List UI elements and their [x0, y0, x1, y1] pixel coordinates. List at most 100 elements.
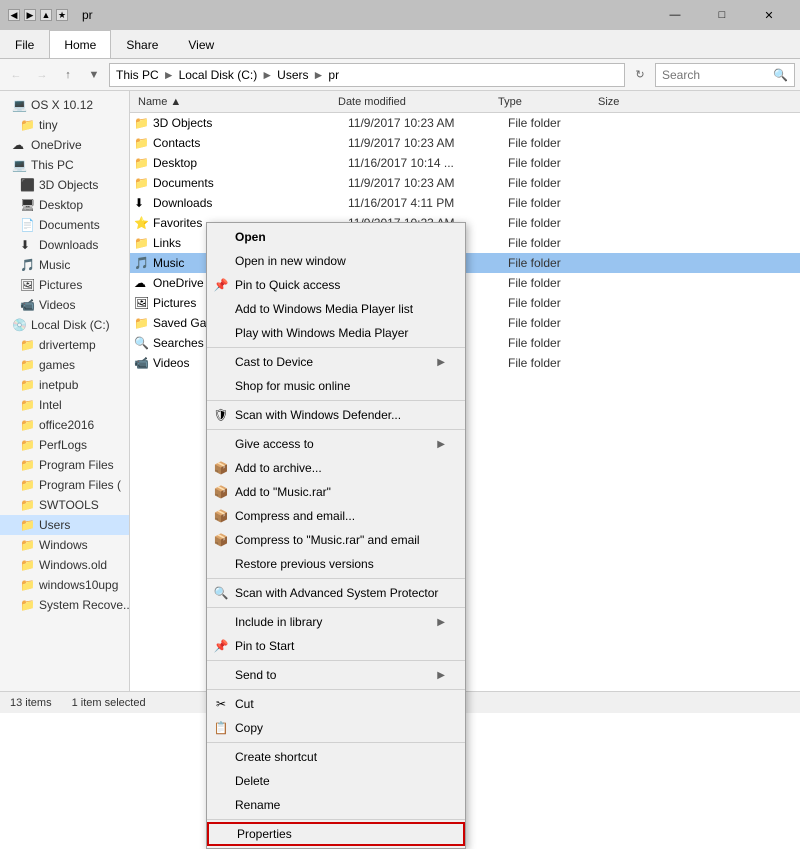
folder-icon-srch: 🔍	[134, 336, 150, 350]
sidebar-item-swtools[interactable]: 📁 SWTOOLS	[0, 495, 129, 515]
cm-create-shortcut[interactable]: Create shortcut	[207, 745, 465, 769]
table-row[interactable]: 📁 Contacts 11/9/2017 10:23 AM File folde…	[130, 133, 800, 153]
context-menu: Open Open in new window 📌 Pin to Quick a…	[206, 222, 466, 849]
cm-scan-defender[interactable]: 🛡 Scan with Windows Defender...	[207, 403, 465, 427]
forward-button[interactable]: →	[31, 64, 53, 86]
up-button[interactable]: ↑	[57, 64, 79, 86]
col-header-date[interactable]: Date modified	[334, 91, 494, 112]
sidebar-item-downloads[interactable]: ⬇ Downloads	[0, 235, 129, 255]
tab-view[interactable]: View	[173, 30, 229, 58]
cm-shop-music[interactable]: Shop for music online	[207, 374, 465, 398]
tab-home[interactable]: Home	[49, 30, 111, 58]
cm-add-archive[interactable]: 📦 Add to archive...	[207, 456, 465, 480]
cm-restore-versions[interactable]: Restore previous versions	[207, 552, 465, 576]
drive-icon: 💻	[12, 98, 26, 112]
sidebar-item-osx[interactable]: 💻 OS X 10.12	[0, 95, 129, 115]
sidebar-item-desktop[interactable]: 🖥 Desktop	[0, 195, 129, 215]
cm-cut[interactable]: ✂ Cut	[207, 692, 465, 716]
cm-rename[interactable]: Rename	[207, 793, 465, 817]
col-header-name[interactable]: Name ▲	[134, 91, 334, 112]
sidebar-item-thispc[interactable]: 💻 This PC	[0, 155, 129, 175]
tb-up[interactable]: ▲	[40, 9, 52, 21]
tb-qaccess[interactable]: ★	[56, 9, 68, 21]
cm-play-wmp[interactable]: Play with Windows Media Player	[207, 321, 465, 345]
minimize-button[interactable]: —	[652, 0, 698, 30]
cm-open-new-window[interactable]: Open in new window	[207, 249, 465, 273]
table-row[interactable]: 📁 Documents 11/9/2017 10:23 AM File fold…	[130, 173, 800, 193]
cm-open[interactable]: Open	[207, 225, 465, 249]
sidebar-item-users[interactable]: 📁 Users	[0, 515, 129, 535]
cm-properties[interactable]: Properties	[207, 822, 465, 846]
cm-compress-email[interactable]: 📦 Compress and email...	[207, 504, 465, 528]
tab-share[interactable]: Share	[111, 30, 173, 58]
sidebar-item-office[interactable]: 📁 office2016	[0, 415, 129, 435]
cm-cast[interactable]: Cast to Device ▶	[207, 350, 465, 374]
arrow-icon-access: ▶	[437, 439, 445, 450]
sidebar-item-music[interactable]: 🎵 Music	[0, 255, 129, 275]
recent-button[interactable]: ▼	[83, 64, 105, 86]
cm-add-rar[interactable]: 📦 Add to "Music.rar"	[207, 480, 465, 504]
cm-compress-rar-email[interactable]: 📦 Compress to "Music.rar" and email	[207, 528, 465, 552]
sidebar-item-documents[interactable]: 📄 Documents	[0, 215, 129, 235]
back-button[interactable]: ←	[5, 64, 27, 86]
table-row[interactable]: 📁 Desktop 11/16/2017 10:14 ... File fold…	[130, 153, 800, 173]
video-icon: 📹	[20, 298, 34, 312]
sidebar-item-pictures[interactable]: 🖼 Pictures	[0, 275, 129, 295]
cm-add-wmp[interactable]: Add to Windows Media Player list	[207, 297, 465, 321]
folder-icon-users: 📁	[20, 518, 34, 532]
cm-sep5	[207, 607, 465, 608]
selected-count: 1 item selected	[72, 697, 146, 709]
cm-include-library[interactable]: Include in library ▶	[207, 610, 465, 634]
cm-send-to[interactable]: Send to ▶	[207, 663, 465, 687]
window-controls: — □ ✕	[652, 0, 792, 30]
tab-file[interactable]: File	[0, 30, 49, 58]
folder-icon-fav: ⭐	[134, 216, 150, 230]
cm-sep3	[207, 429, 465, 430]
sidebar-item-inetpub[interactable]: 📁 inetpub	[0, 375, 129, 395]
pin-start-icon: 📌	[213, 638, 229, 654]
sidebar-item-games[interactable]: 📁 games	[0, 355, 129, 375]
sidebar-item-win10upg[interactable]: 📁 windows10upg	[0, 575, 129, 595]
cm-sep7	[207, 689, 465, 690]
folder-icon-pics: 🖼	[134, 296, 150, 310]
cm-scan-advanced[interactable]: 🔍 Scan with Advanced System Protector	[207, 581, 465, 605]
col-header-type[interactable]: Type	[494, 91, 594, 112]
col-header-size[interactable]: Size	[594, 91, 674, 112]
folder-icon-vid: 📹	[134, 356, 150, 370]
sidebar-item-intel[interactable]: 📁 Intel	[0, 395, 129, 415]
archive-icon-3: 📦	[213, 508, 229, 524]
table-row[interactable]: ⬇ Downloads 11/16/2017 4:11 PM File fold…	[130, 193, 800, 213]
tb-back[interactable]: ◀	[8, 9, 20, 21]
cm-copy[interactable]: 📋 Copy	[207, 716, 465, 740]
sidebar-item-3dobjects[interactable]: ⬛ 3D Objects	[0, 175, 129, 195]
search-box[interactable]: 🔍	[655, 63, 795, 87]
sidebar-item-tiny[interactable]: 📁 tiny	[0, 115, 129, 135]
sidebar-item-sysrecov[interactable]: 📁 System Recove...	[0, 595, 129, 615]
maximize-button[interactable]: □	[699, 0, 745, 30]
sidebar-item-progfiles[interactable]: 📁 Program Files	[0, 455, 129, 475]
tb-forward[interactable]: ▶	[24, 9, 36, 21]
sidebar-item-localdisk[interactable]: 💿 Local Disk (C:)	[0, 315, 129, 335]
sidebar-item-onedrive[interactable]: ☁ OneDrive	[0, 135, 129, 155]
cm-give-access[interactable]: Give access to ▶	[207, 432, 465, 456]
sidebar-item-perflogs[interactable]: 📁 PerfLogs	[0, 435, 129, 455]
sidebar-item-windows[interactable]: 📁 Windows	[0, 535, 129, 555]
title-text: pr	[82, 8, 93, 22]
breadcrumb[interactable]: This PC ► Local Disk (C:) ► Users ► pr	[109, 63, 625, 87]
folder-icon-music: 🎵	[134, 256, 150, 270]
sidebar-item-progfiles2[interactable]: 📁 Program Files (	[0, 475, 129, 495]
sidebar-item-videos[interactable]: 📹 Videos	[0, 295, 129, 315]
folder-icon-wold: 📁	[20, 558, 34, 572]
search-icon: 🔍	[773, 68, 788, 82]
cm-pin-quick[interactable]: 📌 Pin to Quick access	[207, 273, 465, 297]
folder-icon-sw: 📁	[20, 498, 34, 512]
close-button[interactable]: ✕	[746, 0, 792, 30]
refresh-button[interactable]: ↻	[629, 64, 651, 86]
breadcrumb-disk: Local Disk (C:)	[179, 68, 258, 82]
sidebar-item-drivertemp[interactable]: 📁 drivertemp	[0, 335, 129, 355]
cm-pin-start[interactable]: 📌 Pin to Start	[207, 634, 465, 658]
search-input[interactable]	[662, 68, 773, 82]
table-row[interactable]: 📁 3D Objects 11/9/2017 10:23 AM File fol…	[130, 113, 800, 133]
sidebar-item-windowsold[interactable]: 📁 Windows.old	[0, 555, 129, 575]
cm-delete[interactable]: Delete	[207, 769, 465, 793]
